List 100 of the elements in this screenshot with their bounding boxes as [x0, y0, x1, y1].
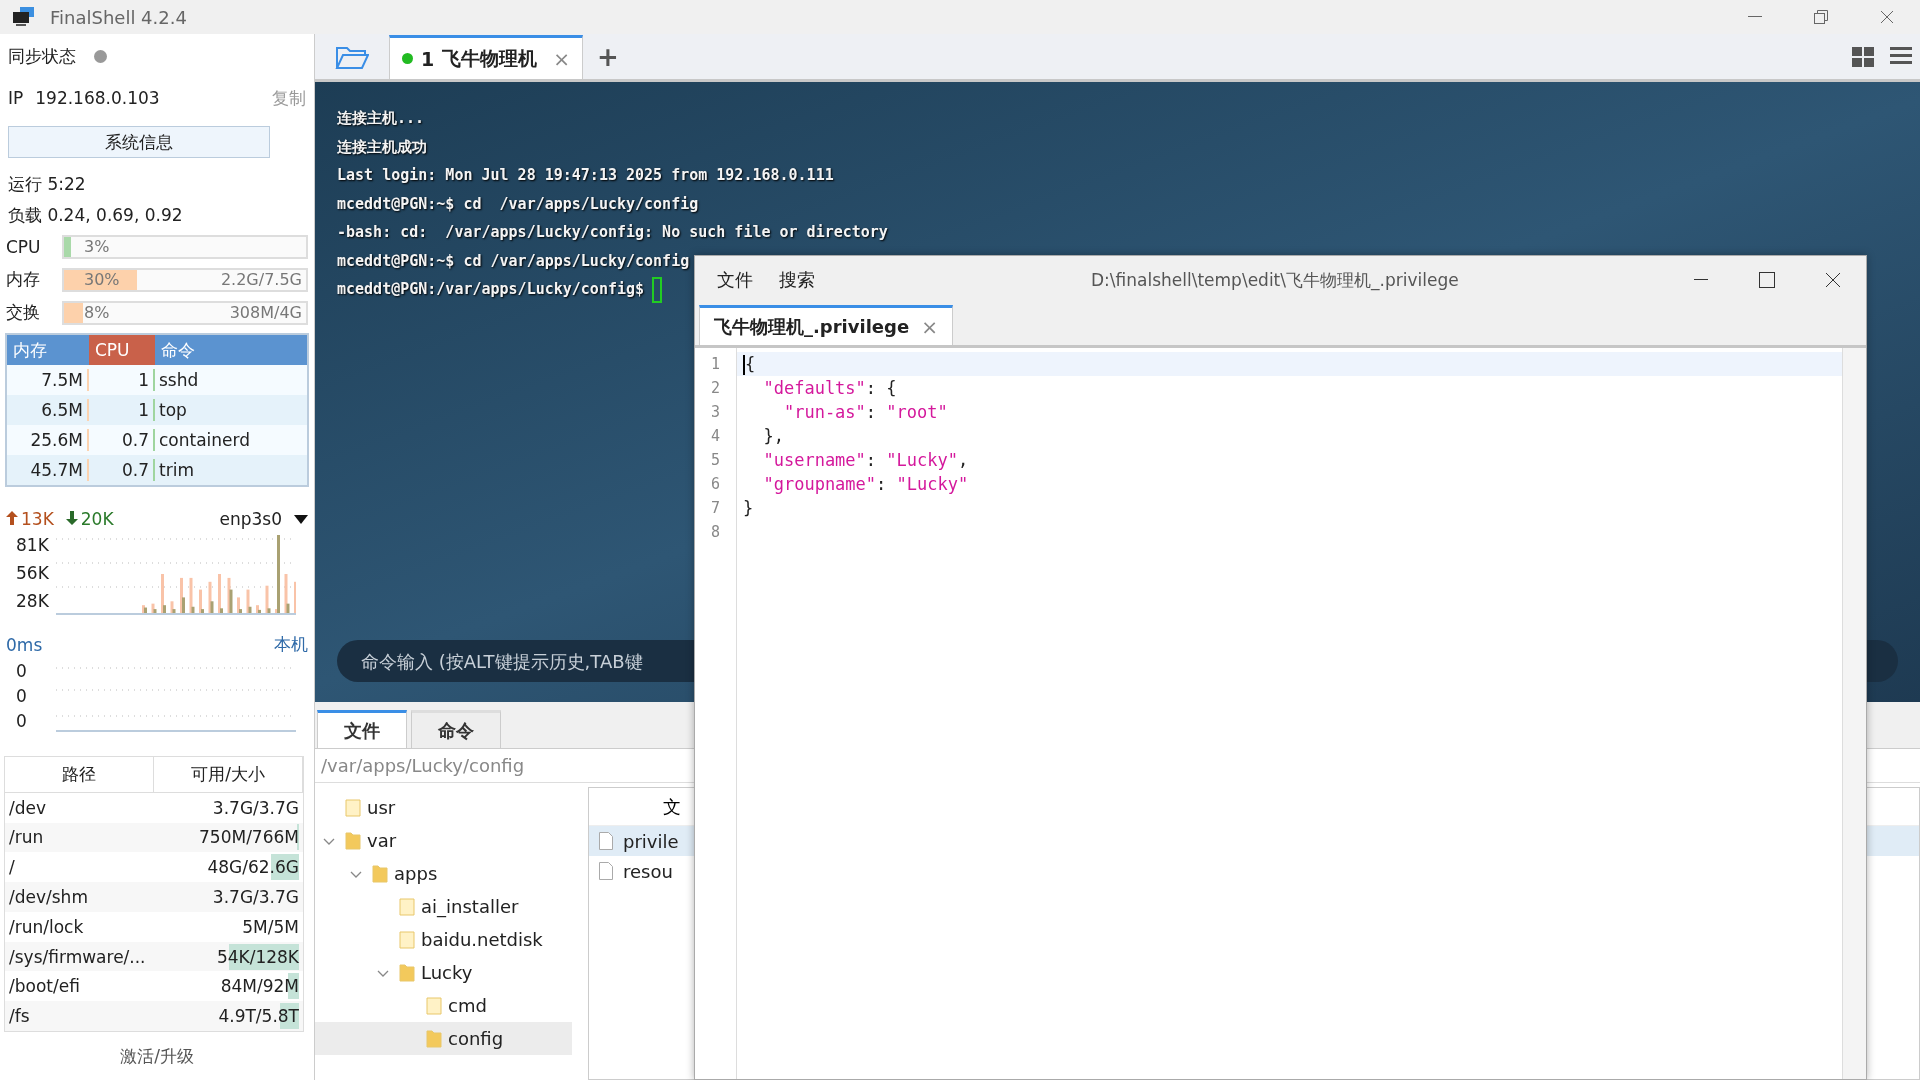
code-line: } — [743, 498, 754, 518]
minimize-icon[interactable] — [1748, 16, 1762, 18]
upload-bar — [189, 577, 193, 613]
tree-item[interactable]: cmd — [315, 989, 572, 1022]
upload-bar — [246, 589, 250, 613]
table-cell-text: containerd — [158, 429, 252, 451]
download-bar — [182, 597, 185, 613]
window-title: FinalShell 4.2.4 — [50, 6, 187, 28]
latency-text: 0ms — [6, 634, 43, 655]
file-tab[interactable]: 飞牛物理机_.privilege × — [699, 305, 953, 345]
upload-bar — [170, 601, 174, 613]
meter-detail: 308M/4G — [229, 303, 302, 322]
close-tab-button[interactable]: × — [553, 46, 570, 71]
tree-item[interactable]: usr — [315, 791, 572, 824]
code-line: }, — [762, 426, 784, 446]
table-cell-text: trim — [158, 459, 195, 481]
menu-icon[interactable] — [1890, 46, 1912, 65]
grid-icon[interactable] — [1852, 46, 1874, 67]
uptime-text: 运行 5:22 — [8, 172, 86, 196]
code-line: "run-as": "root" — [782, 402, 948, 422]
tree-item[interactable]: var — [315, 824, 572, 857]
minimize-icon[interactable] — [1694, 279, 1708, 281]
folder-icon — [345, 797, 361, 818]
tree-item[interactable]: config — [315, 1022, 572, 1055]
close-tab-button[interactable]: × — [921, 314, 938, 339]
file-icon — [599, 832, 613, 850]
table-cell-text: /run/lock — [9, 916, 85, 937]
tree-item[interactable]: ai_installer — [315, 890, 572, 923]
axis-tick: 0 — [16, 711, 28, 732]
table-cell-text: /fs — [9, 1006, 31, 1027]
download-bar — [172, 609, 176, 613]
panel-tab[interactable]: 命令 — [411, 710, 501, 748]
terminal-prompt: mceddt@PGN:/var/apps/Lucky/config$ — [337, 280, 645, 298]
line-number: 1 — [710, 354, 721, 375]
line-number: 8 — [710, 522, 721, 543]
line-number: 7 — [710, 498, 721, 519]
tree-item[interactable]: Lucky — [315, 956, 572, 989]
table-cell-text: top — [158, 399, 188, 421]
table-cell: 48G/62.6G — [179, 857, 299, 878]
terminal-line: Last login: Mon Jul 28 19:47:13 2025 from 192.168.0.111 — [337, 165, 835, 186]
upload-bar — [237, 597, 240, 613]
ip-label: IP — [8, 88, 24, 108]
table-cell: 45.7M — [7, 459, 89, 481]
meter-label: CPU — [6, 236, 42, 257]
table-cell: 6.5M — [7, 399, 89, 421]
table-cell: 0.7 — [89, 429, 155, 451]
dropdown-caret-icon[interactable] — [294, 514, 308, 524]
system-info-button[interactable]: 系统信息 — [8, 126, 270, 158]
table-cell-text: /dev/shm — [9, 887, 89, 907]
tree-item[interactable]: apps — [315, 857, 572, 890]
interface-dropdown[interactable]: enp3s0 — [219, 509, 282, 529]
terminal-line: mceddt@PGN:~$ cd /var/apps/Lucky/config — [337, 250, 691, 272]
table-cell: 7.5M — [7, 369, 89, 391]
panel-tab[interactable]: 文件 — [317, 710, 407, 748]
add-tab-button[interactable]: + — [593, 35, 623, 79]
upload-bar — [208, 581, 212, 613]
table-cell: 84M/92M — [179, 976, 299, 997]
table-cell: 750M/766M — [179, 827, 299, 848]
app-icon — [12, 7, 36, 27]
download-bar — [286, 603, 290, 613]
line-number: 5 — [710, 450, 721, 471]
table-cell: 4.9T/5.8T — [179, 1006, 299, 1027]
column-header: 文 — [663, 794, 681, 819]
scrollbar[interactable] — [1842, 348, 1866, 1079]
folder-icon — [426, 995, 442, 1016]
maximize-icon[interactable] — [1759, 272, 1775, 288]
download-bar — [267, 608, 271, 613]
download-bar — [229, 589, 233, 613]
table-cell: 54K/128K — [179, 946, 299, 967]
table-cell: 0.7 — [89, 459, 155, 481]
close-icon[interactable] — [1880, 10, 1894, 24]
tree-item[interactable]: baidu.netdisk — [315, 923, 572, 956]
editor-title: D:\finalshell\temp\edit\飞牛物理机_.privilege — [1091, 268, 1459, 292]
column-header: 路径 — [5, 757, 154, 792]
folder-icon — [372, 863, 388, 884]
folder-icon — [345, 830, 361, 851]
host-label: 本机 — [274, 633, 308, 656]
code-line: "defaults": { — [762, 378, 897, 398]
restore-icon[interactable] — [1814, 10, 1828, 24]
table-cell-text: 3.7G/3.7G — [211, 887, 299, 907]
terminal-line: 连接主机... — [337, 108, 426, 129]
column-header[interactable]: CPU — [89, 335, 155, 365]
axis-tick: 81K — [16, 535, 50, 555]
upload-bar — [151, 603, 155, 613]
session-tab[interactable]: 1 飞牛物理机 × — [389, 35, 583, 79]
upload-bar — [256, 605, 259, 613]
file-row[interactable]: resou — [589, 856, 1919, 886]
upload-bar — [265, 585, 269, 613]
terminal-line: 连接主机成功 — [337, 136, 428, 158]
table-cell-text: /sys/firmware/... — [9, 946, 147, 967]
close-icon[interactable] — [1825, 272, 1841, 288]
menu-item[interactable]: 搜索 — [779, 268, 815, 292]
table-cell-text: / — [9, 857, 16, 878]
menu-item[interactable]: 文件 — [717, 268, 753, 292]
table-cell: 25.6M — [7, 429, 89, 451]
line-number: 4 — [710, 426, 721, 447]
line-number: 2 — [710, 378, 721, 399]
folder-icon — [399, 896, 415, 917]
axis-tick: 28K — [16, 591, 50, 611]
ip-address: 192.168.0.103 — [35, 88, 160, 108]
